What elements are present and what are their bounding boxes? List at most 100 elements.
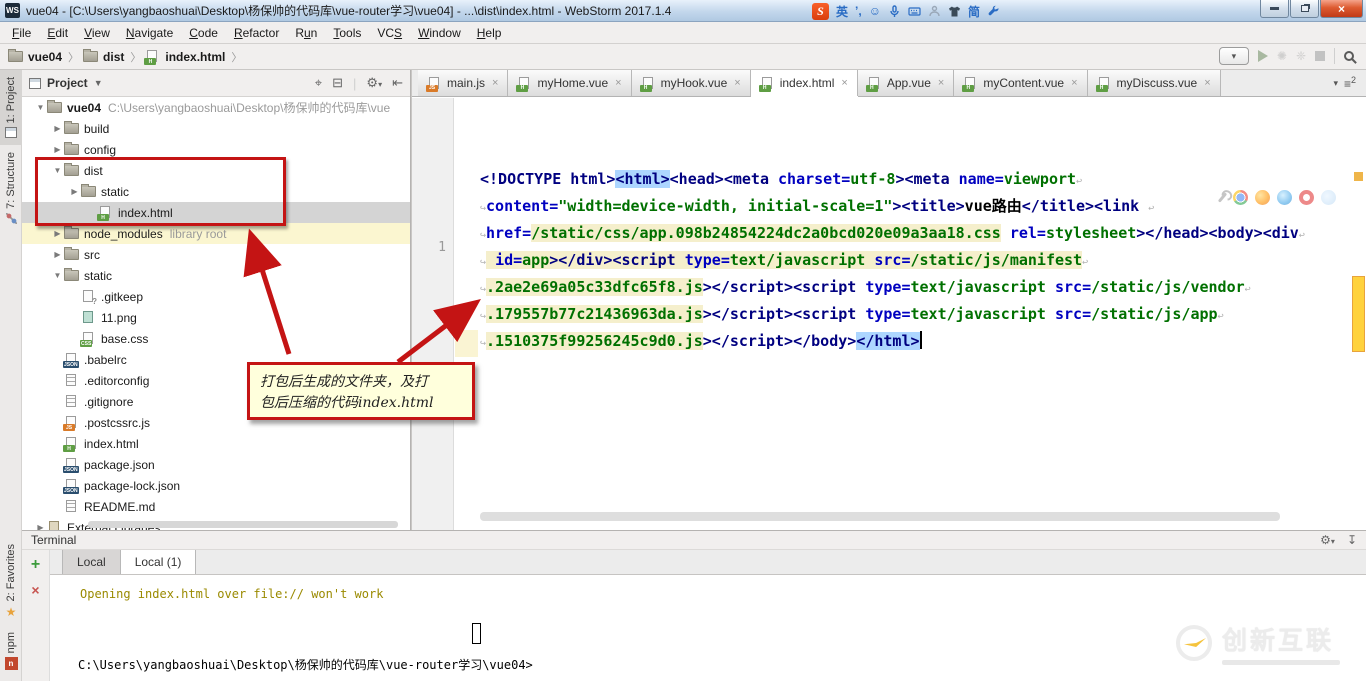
- breadcrumb-item-vue04[interactable]: vue04: [8, 50, 62, 64]
- menu-edit[interactable]: Edit: [39, 23, 76, 43]
- firefox-icon[interactable]: [1255, 190, 1270, 205]
- menu-file[interactable]: File: [4, 23, 39, 43]
- editor-tab-myHome.vue[interactable]: HmyHome.vue×: [508, 70, 631, 96]
- ime-keyboard-icon[interactable]: [908, 5, 921, 18]
- editor-tab-myDiscuss.vue[interactable]: HmyDiscuss.vue×: [1088, 70, 1221, 96]
- tab-close-icon[interactable]: ×: [615, 77, 621, 89]
- tree-item-vue04[interactable]: ▼vue04C:\Users\yangbaoshuai\Desktop\杨保帅的…: [22, 97, 410, 118]
- tab-close-icon[interactable]: ×: [1071, 77, 1077, 89]
- code-line[interactable]: ↪ id=app></div><script type=text/javascr…: [480, 247, 1350, 274]
- sogou-logo-icon[interactable]: S: [812, 3, 829, 20]
- locate-file-icon[interactable]: ⌖: [315, 75, 322, 91]
- code-line[interactable]: <!DOCTYPE html><html><head><meta charset…: [480, 166, 1350, 193]
- code-segment: type=: [865, 305, 910, 323]
- code-line[interactable]: ↪href=/static/css/app.098b24854224dc2a0b…: [480, 220, 1350, 247]
- edge-icon[interactable]: [1321, 190, 1336, 205]
- tab-list-icon[interactable]: ≡2: [1344, 75, 1356, 91]
- tree-item-package.json[interactable]: JSONpackage.json: [22, 454, 410, 475]
- terminal-tab-local[interactable]: Local: [62, 550, 121, 574]
- ime-person-icon[interactable]: [928, 5, 941, 18]
- stripe-button-7-structure[interactable]: 7: Structure: [0, 145, 22, 231]
- new-session-icon[interactable]: +: [31, 558, 40, 572]
- menu-view[interactable]: View: [76, 23, 118, 43]
- search-everywhere-icon[interactable]: [1344, 51, 1354, 61]
- tree-expander-icon[interactable]: ▶: [51, 124, 64, 133]
- code-area[interactable]: 1 <!DOCTYPE html><html><head><meta chars…: [412, 98, 1366, 530]
- breadcrumb-item-dist[interactable]: dist: [83, 50, 124, 64]
- tab-close-icon[interactable]: ×: [734, 77, 740, 89]
- editor-tab-myContent.vue[interactable]: HmyContent.vue×: [954, 70, 1087, 96]
- tree-item-11.png[interactable]: 11.png: [22, 307, 410, 328]
- ime-skin-icon[interactable]: [948, 5, 961, 18]
- editor-horizontal-scrollbar[interactable]: [480, 512, 1280, 521]
- tree-item-README.md[interactable]: README.md: [22, 496, 410, 517]
- editor-tab-myHook.vue[interactable]: HmyHook.vue×: [632, 70, 751, 96]
- tree-item-src[interactable]: ▶src: [22, 244, 410, 265]
- gear-icon[interactable]: ⚙▾: [366, 75, 382, 91]
- opera-icon[interactable]: [1299, 190, 1314, 205]
- code-line[interactable]: ↪.1510375f99256245c9d0.js></script></bod…: [480, 328, 1350, 355]
- tree-item-node_modules[interactable]: ▶node_moduleslibrary root: [22, 223, 410, 244]
- chrome-icon[interactable]: [1233, 190, 1248, 205]
- ime-mic-icon[interactable]: [888, 5, 901, 18]
- run-icon[interactable]: [1258, 50, 1268, 62]
- editor-tab-App.vue[interactable]: HApp.vue×: [858, 70, 954, 96]
- tree-item-index.html[interactable]: Hindex.html: [22, 433, 410, 454]
- terminal-tab-local-1-[interactable]: Local (1): [121, 550, 197, 574]
- menu-code[interactable]: Code: [181, 23, 226, 43]
- tab-close-icon[interactable]: ×: [492, 77, 498, 89]
- ime-punctuation-toggle[interactable]: ’,: [855, 4, 862, 18]
- breadcrumb-item-index.html[interactable]: Hindex.html: [145, 49, 225, 64]
- menu-vcs[interactable]: VCS: [369, 23, 410, 43]
- code-lines[interactable]: <!DOCTYPE html><html><head><meta charset…: [480, 166, 1350, 355]
- tab-close-icon[interactable]: ×: [938, 77, 944, 89]
- menu-tools[interactable]: Tools: [325, 23, 369, 43]
- ime-simplified-toggle[interactable]: 简: [968, 3, 980, 20]
- editor-tab-index.html[interactable]: Hindex.html×: [751, 70, 858, 96]
- chevron-down-icon[interactable]: ▼: [94, 78, 103, 88]
- collapse-all-icon[interactable]: ⊟: [332, 75, 343, 91]
- tree-expander-icon[interactable]: ▶: [51, 145, 64, 154]
- stripe-button-npm[interactable]: npmn: [0, 625, 22, 677]
- error-stripe-mark[interactable]: [1354, 172, 1363, 181]
- tree-item-base.css[interactable]: CSSbase.css: [22, 328, 410, 349]
- ime-emoji-icon[interactable]: ☺: [869, 4, 881, 18]
- stripe-button-1-project[interactable]: 1: Project: [0, 70, 22, 145]
- safari-icon[interactable]: [1277, 190, 1292, 205]
- tree-expander-icon[interactable]: ▶: [51, 250, 64, 259]
- tree-expander-icon[interactable]: ▼: [34, 103, 47, 112]
- project-panel-title[interactable]: Project: [47, 76, 88, 90]
- tree-item-build[interactable]: ▶build: [22, 118, 410, 139]
- menu-window[interactable]: Window: [410, 23, 469, 43]
- tree-expander-icon[interactable]: ▶: [51, 229, 64, 238]
- terminal-gear-icon[interactable]: ⚙▾: [1320, 533, 1335, 547]
- ime-language-toggle[interactable]: 英: [836, 3, 848, 20]
- hide-panel-icon[interactable]: ⇤: [392, 75, 403, 91]
- code-line[interactable]: ↪.2ae2e69a05c33dfc65f8.js></script><scri…: [480, 274, 1350, 301]
- editor-tab-main.js[interactable]: JSmain.js×: [418, 70, 508, 96]
- menu-navigate[interactable]: Navigate: [118, 23, 181, 43]
- close-session-icon[interactable]: ×: [31, 584, 39, 596]
- tree-expander-icon[interactable]: ▼: [51, 271, 64, 280]
- close-button[interactable]: ×: [1320, 0, 1363, 18]
- minimize-button[interactable]: [1260, 0, 1289, 18]
- stripe-button-2-favorites[interactable]: 2: Favorites★: [0, 537, 22, 624]
- menu-help[interactable]: Help: [469, 23, 510, 43]
- run-config-select[interactable]: ▾: [1219, 47, 1249, 65]
- menu-run[interactable]: Run: [287, 23, 325, 43]
- project-horizontal-scrollbar[interactable]: [88, 521, 398, 528]
- tree-item-.gitkeep[interactable]: .gitkeep: [22, 286, 410, 307]
- menu-refactor[interactable]: Refactor: [226, 23, 287, 43]
- tree-expander-icon[interactable]: ▶: [34, 523, 47, 530]
- terminal-console[interactable]: Opening index.html over file:// won't wo…: [50, 575, 1366, 681]
- tab-close-icon[interactable]: ×: [1204, 77, 1210, 89]
- ime-wrench-icon[interactable]: [987, 5, 1000, 18]
- terminal-hide-icon[interactable]: ↧: [1347, 533, 1357, 547]
- tree-item-package-lock.json[interactable]: JSONpackage-lock.json: [22, 475, 410, 496]
- tree-item-static[interactable]: ▼static: [22, 265, 410, 286]
- scrollbar-warning-mark[interactable]: [1352, 276, 1365, 352]
- tab-close-icon[interactable]: ×: [841, 77, 847, 89]
- restore-button[interactable]: [1290, 0, 1319, 18]
- tab-scroll-dropdown-icon[interactable]: ▾: [1333, 78, 1338, 89]
- code-line[interactable]: ↪.179557b77c21436963da.js></script><scri…: [480, 301, 1350, 328]
